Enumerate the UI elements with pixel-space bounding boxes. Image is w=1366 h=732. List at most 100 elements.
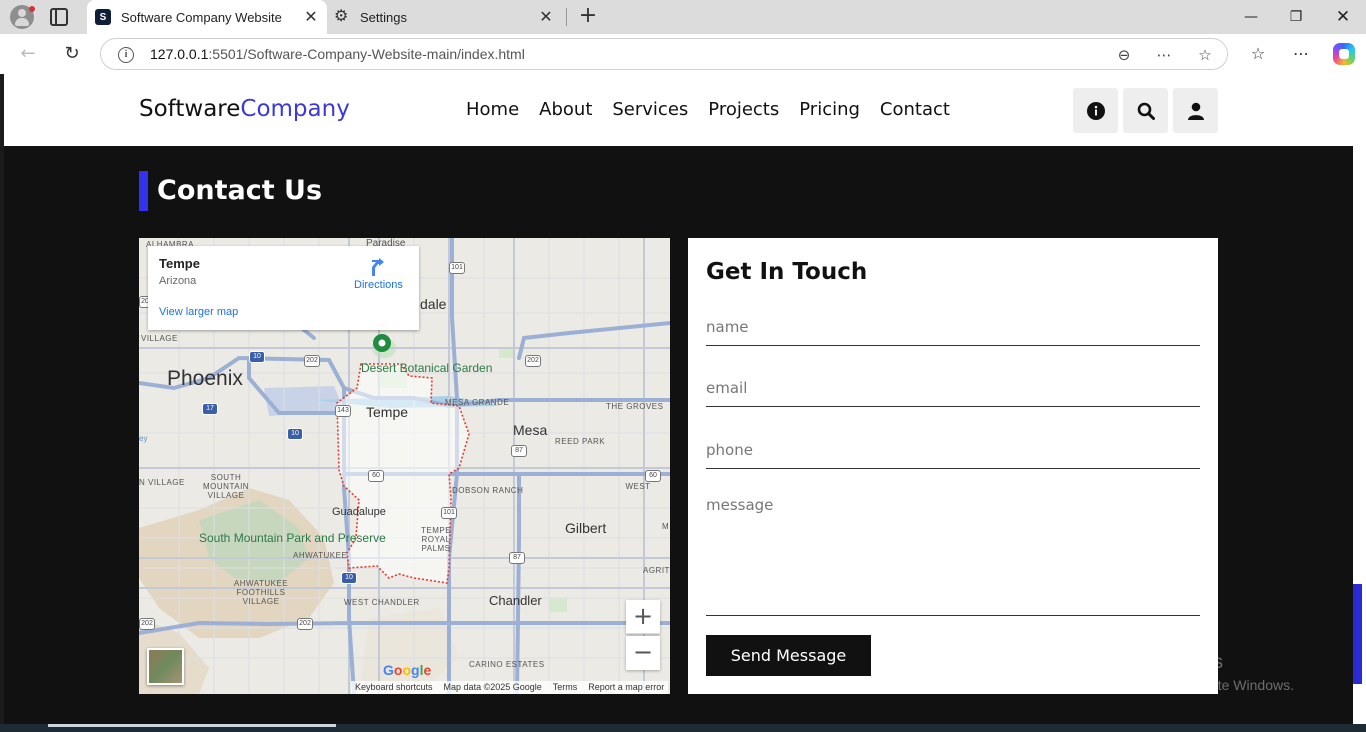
highway-shield: 101 xyxy=(449,262,465,274)
embedded-map[interactable]: ALHAMBRA Paradise dale VILLAGE Phoenix D… xyxy=(139,238,670,694)
send-message-button[interactable]: Send Message xyxy=(706,635,871,676)
restore-icon[interactable]: ❐ xyxy=(1285,6,1307,28)
nav-home[interactable]: Home xyxy=(466,99,519,120)
highway-shield: 202 xyxy=(139,618,155,630)
map-attribution: Keyboard shortcuts Map data ©2025 Google… xyxy=(351,681,669,694)
tab-software-company[interactable]: S Software Company Website ✕ xyxy=(87,0,327,34)
highway-shield: 202 xyxy=(297,618,313,630)
map-zoom-in-button[interactable]: + xyxy=(626,600,660,634)
map-place-region: Arizona xyxy=(159,275,197,287)
highway-shield: 60 xyxy=(368,470,384,482)
map-label-botanical: Desert Botanical Garden xyxy=(361,362,492,374)
highway-shield: 202 xyxy=(525,355,541,367)
close-tab-icon[interactable]: ✕ xyxy=(303,7,319,27)
highway-shield: 17 xyxy=(202,403,218,415)
highway-shield: 60 xyxy=(645,470,661,482)
map-label: SOUTH MOUNTAIN VILLAGE xyxy=(203,473,250,500)
map-label-chandler: Chandler xyxy=(489,593,542,608)
map-label: ey xyxy=(139,434,148,443)
highway-shield: 10 xyxy=(287,428,303,440)
notification-dot xyxy=(29,6,35,12)
contact-form: Get In Touch Send Message xyxy=(688,238,1218,694)
info-icon xyxy=(1086,101,1105,120)
report-map-error-link[interactable]: Report a map error xyxy=(588,682,664,693)
email-input[interactable] xyxy=(706,369,1200,407)
map-label: DOBSON RANCH xyxy=(452,486,524,495)
map-label: M xyxy=(662,522,669,531)
site-header: SoftwareCompany Home About Services Proj… xyxy=(4,74,1353,146)
tab-actions-icon[interactable] xyxy=(50,8,68,26)
highway-shield: 143 xyxy=(335,405,351,417)
page-scrollbar-thumb[interactable] xyxy=(1353,584,1362,684)
message-textarea[interactable] xyxy=(706,492,1200,616)
map-label-mesa: Mesa xyxy=(513,422,548,438)
map-label-south-mountain-park: South Mountain Park and Preserve xyxy=(199,532,386,544)
settings-more-icon[interactable]: ⋯ xyxy=(1290,43,1312,65)
highway-shield: 101 xyxy=(441,507,457,519)
site-logo[interactable]: SoftwareCompany xyxy=(139,96,350,122)
map-label-phoenix: Phoenix xyxy=(167,367,243,390)
map-zoom-out-button[interactable]: − xyxy=(626,636,660,670)
map-label: CARINO ESTATES xyxy=(469,660,545,669)
address-toolbar: ← ↻ i 127.0.0.1:5501/Software-Company-We… xyxy=(0,34,1366,74)
nav-services[interactable]: Services xyxy=(612,99,688,120)
view-larger-map-link[interactable]: View larger map xyxy=(159,306,238,318)
nav-pricing[interactable]: Pricing xyxy=(799,99,860,120)
taskbar xyxy=(0,724,1366,732)
nav-about[interactable]: About xyxy=(539,99,592,120)
map-label: N VILLAGE xyxy=(139,478,185,487)
info-button[interactable] xyxy=(1073,88,1118,133)
tab-title: Software Company Website xyxy=(121,9,282,25)
copilot-icon[interactable] xyxy=(1333,43,1355,65)
map-label: WEST xyxy=(625,482,651,491)
section-title: Contact Us xyxy=(139,171,322,211)
favorite-star-icon[interactable]: ☆ xyxy=(1196,46,1214,64)
map-label: THE GROVES xyxy=(606,402,664,411)
user-button[interactable] xyxy=(1173,88,1218,133)
google-logo: Google xyxy=(383,662,432,678)
new-tab-icon[interactable]: + xyxy=(577,5,599,27)
keyboard-shortcuts-link[interactable]: Keyboard shortcuts xyxy=(355,682,433,693)
terms-link[interactable]: Terms xyxy=(553,682,578,693)
favorites-icon[interactable]: ☆ xyxy=(1247,43,1269,65)
map-label-guadalupe: Guadalupe xyxy=(332,506,386,518)
map-label: MESA GRANDE xyxy=(445,398,510,407)
user-icon xyxy=(1187,102,1204,120)
back-icon[interactable]: ← xyxy=(17,43,39,65)
map-data-text: Map data ©2025 Google xyxy=(443,682,542,692)
nav-projects[interactable]: Projects xyxy=(708,99,779,120)
watermark-title: Activate Windows xyxy=(1073,652,1223,673)
close-window-icon[interactable]: ✕ xyxy=(1332,6,1354,28)
tab-title: Settings xyxy=(360,9,407,25)
main-nav: Home About Services Projects Pricing Con… xyxy=(466,99,970,120)
activate-windows-watermark: Activate Windows Go to Settings to activ… xyxy=(1073,652,1294,693)
site-logo-icon: S xyxy=(95,9,111,25)
tab-settings[interactable]: ⚙ Settings ✕ xyxy=(330,0,562,34)
reload-icon[interactable]: ↻ xyxy=(61,43,83,65)
url-text[interactable]: 127.0.0.1:5501/Software-Company-Website-… xyxy=(150,46,525,62)
map-place-name: Tempe xyxy=(159,256,200,271)
more-tools-icon[interactable]: ⋯ xyxy=(1155,46,1173,64)
map-label: AHWATUKEE xyxy=(293,551,348,560)
map-satellite-toggle[interactable] xyxy=(147,648,184,685)
gear-icon: ⚙ xyxy=(334,8,349,25)
nav-contact[interactable]: Contact xyxy=(880,99,950,120)
zoom-out-icon[interactable]: ⊖ xyxy=(1115,46,1133,64)
map-label-tempe: Tempe xyxy=(366,404,409,420)
minimize-icon[interactable]: — xyxy=(1240,6,1262,28)
directions-icon[interactable] xyxy=(369,257,385,277)
watermark-subtitle: Go to Settings to activate Windows. xyxy=(1073,677,1294,693)
map-label: AHWATUKEE FOOTHILLS VILLAGE xyxy=(233,579,289,606)
search-button[interactable] xyxy=(1123,88,1168,133)
directions-link[interactable]: Directions xyxy=(354,279,403,291)
highway-shield: 87 xyxy=(509,552,525,564)
address-bar[interactable]: i 127.0.0.1:5501/Software-Company-Websit… xyxy=(100,38,1228,70)
map-label: dale xyxy=(420,296,447,312)
close-tab-icon[interactable]: ✕ xyxy=(538,7,554,27)
name-input[interactable] xyxy=(706,308,1200,346)
site-info-icon[interactable]: i xyxy=(118,47,134,63)
highway-shield: 202 xyxy=(304,355,320,367)
map-label-gilbert: Gilbert xyxy=(565,520,607,536)
phone-input[interactable] xyxy=(706,431,1200,469)
browser-tab-bar: S Software Company Website ✕ ⚙ Settings … xyxy=(0,0,1366,34)
